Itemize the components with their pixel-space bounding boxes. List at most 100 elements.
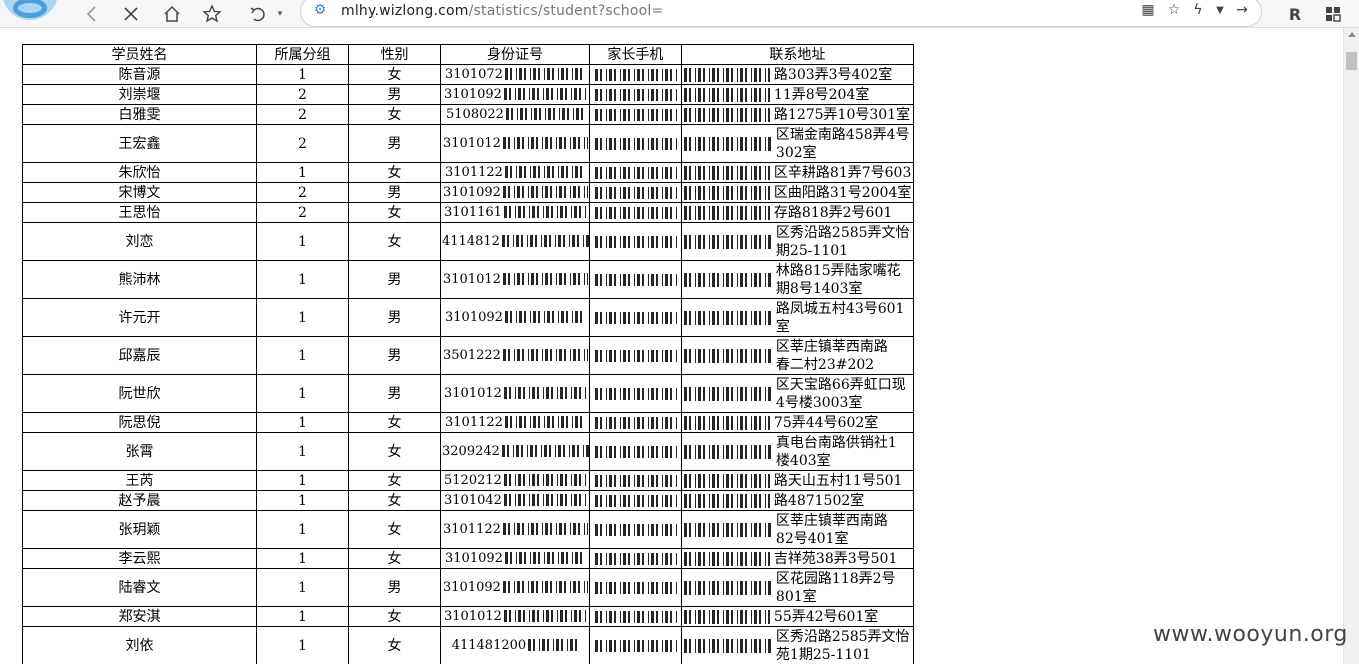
star-icon bbox=[202, 3, 222, 22]
student-id-number: 3101122 bbox=[440, 412, 590, 433]
redaction-mask bbox=[683, 580, 772, 595]
undo-dropdown-icon[interactable]: ▾ bbox=[268, 0, 292, 27]
id-number-prefix: 3101122 bbox=[445, 165, 503, 180]
table-row: 宋博文 2 男 3101092 区曲阳路31号2004室 bbox=[22, 182, 914, 203]
id-number-prefix: 3209242 bbox=[442, 444, 500, 459]
scroll-up-arrow-icon[interactable] bbox=[1348, 32, 1356, 37]
table-row: 赵予晨 1 女 3101042 路4871502室 bbox=[22, 490, 914, 511]
id-number-prefix: 3101092 bbox=[443, 580, 501, 595]
student-group: 1 bbox=[256, 510, 349, 549]
id-number-prefix: 3101012 bbox=[443, 272, 501, 287]
student-id-number: 3101012 bbox=[440, 374, 590, 413]
redaction-mask bbox=[683, 386, 772, 401]
student-group: 2 bbox=[256, 84, 349, 105]
student-id-number: 3209242 bbox=[440, 432, 590, 471]
redaction-mask bbox=[683, 272, 772, 287]
student-group: 1 bbox=[256, 606, 349, 627]
contact-address: 林路815弄陆家嘴花 期8号1403室 bbox=[680, 260, 914, 299]
redaction-mask bbox=[594, 186, 679, 199]
back-button[interactable] bbox=[80, 0, 104, 27]
browser-toolbar: ▾ ⚙ mlhy.wizlong.com/statistics/student?… bbox=[0, 0, 1359, 28]
student-group: 1 bbox=[256, 162, 349, 183]
contact-address: 路1275弄10号301室 bbox=[680, 104, 914, 125]
student-gender: 男 bbox=[348, 298, 441, 337]
redaction-mask bbox=[594, 445, 679, 458]
apps-grid-icon[interactable] bbox=[1322, 3, 1344, 25]
qr-code-icon[interactable]: ▦ bbox=[1139, 1, 1157, 19]
address-bar[interactable]: ⚙ mlhy.wizlong.com/statistics/student?sc… bbox=[300, 0, 1262, 27]
table-row: 邱嘉辰 1 男 3501222 区莘庄镇莘西南路 春二村23#202 bbox=[22, 336, 914, 375]
back-icon bbox=[86, 5, 96, 22]
student-gender: 男 bbox=[348, 568, 441, 607]
table-header-row: 学员姓名 所属分组 性别 身份证号 家长手机 联系地址 bbox=[22, 44, 914, 65]
id-number-prefix: 3101042 bbox=[444, 493, 502, 508]
student-gender: 女 bbox=[348, 64, 441, 85]
redaction-mask bbox=[504, 166, 586, 178]
header-parent-phone: 家长手机 bbox=[588, 44, 682, 65]
home-button[interactable] bbox=[160, 0, 184, 27]
student-name: 王思怡 bbox=[22, 202, 257, 223]
chevron-down-icon[interactable]: ▼ bbox=[1211, 1, 1229, 19]
browser-logo-icon bbox=[13, 0, 47, 18]
lightning-icon[interactable]: ϟ bbox=[1189, 1, 1207, 19]
parent-phone bbox=[588, 84, 682, 105]
browser-logo[interactable] bbox=[2, 0, 58, 20]
header-id-number: 身份证号 bbox=[440, 44, 590, 65]
redaction-mask bbox=[503, 610, 587, 622]
parent-phone bbox=[588, 104, 682, 125]
student-group: 2 bbox=[256, 182, 349, 203]
table-row: 刘崇堰 2 男 3101092 11弄8号204室 bbox=[22, 84, 914, 105]
contact-address: 区辛耕路81弄7号603 bbox=[680, 162, 914, 183]
table-row: 许元开 1 男 3101092 路凤城五村43号601 室 bbox=[22, 298, 914, 337]
table-row: 郑安淇 1 女 3101012 55弄42号601室 bbox=[22, 606, 914, 627]
redaction-mask bbox=[501, 445, 589, 457]
student-gender: 女 bbox=[348, 470, 441, 491]
table-row: 陆睿文 1 男 3101092 区花园路118弄2号 801室 bbox=[22, 568, 914, 607]
redaction-mask bbox=[594, 235, 679, 248]
id-number-prefix: 411481200 bbox=[451, 638, 527, 653]
redaction-mask bbox=[683, 165, 770, 180]
redaction-mask bbox=[683, 444, 772, 459]
site-info-icon[interactable]: ⚙ bbox=[311, 1, 329, 19]
student-id-number: 3101092 bbox=[440, 548, 590, 569]
student-id-number: 3101092 bbox=[440, 568, 590, 607]
parent-phone bbox=[588, 298, 682, 337]
contact-address: 11弄8号204室 bbox=[680, 84, 914, 105]
student-gender: 女 bbox=[348, 510, 441, 549]
redaction-mask bbox=[502, 186, 588, 198]
redaction-mask bbox=[683, 493, 770, 508]
bookmark-star-icon[interactable]: ☆ bbox=[1165, 1, 1183, 19]
favorite-button[interactable] bbox=[200, 0, 224, 27]
student-group: 1 bbox=[256, 412, 349, 433]
parent-phone bbox=[588, 606, 682, 627]
student-name: 王芮 bbox=[22, 470, 257, 491]
stop-button[interactable] bbox=[119, 0, 143, 27]
redaction-mask bbox=[683, 348, 772, 363]
go-arrow-icon[interactable]: → bbox=[1233, 1, 1251, 19]
student-name: 邱嘉辰 bbox=[22, 336, 257, 375]
redaction-mask bbox=[594, 68, 679, 81]
contact-address: 路凤城五村43号601 室 bbox=[680, 298, 914, 337]
address-url[interactable]: mlhy.wizlong.com/statistics/student?scho… bbox=[341, 3, 663, 19]
contact-address: 吉祥苑38弄3号501 bbox=[680, 548, 914, 569]
table-row: 王芮 1 女 5120212 路天山五村11号501 bbox=[22, 470, 914, 491]
undo-button[interactable] bbox=[246, 0, 270, 27]
id-number-prefix: 3101092 bbox=[443, 185, 501, 200]
contact-address: 真电台南路供销社1 楼403室 bbox=[680, 432, 914, 471]
redaction-mask bbox=[594, 273, 679, 286]
scroll-thumb[interactable] bbox=[1346, 52, 1357, 70]
vertical-scrollbar[interactable] bbox=[1343, 28, 1359, 664]
student-group: 1 bbox=[256, 222, 349, 261]
redaction-mask bbox=[503, 206, 587, 218]
contact-address: 区天宝路66弄虹口现 4号楼3003室 bbox=[680, 374, 914, 413]
redaction-mask bbox=[683, 551, 770, 566]
extension-r-icon[interactable]: R bbox=[1284, 3, 1306, 25]
table-row: 王宏鑫 2 男 3101012 区瑞金南路458弄4号 302室 bbox=[22, 124, 914, 163]
redaction-mask bbox=[683, 185, 770, 200]
parent-phone bbox=[588, 182, 682, 203]
contact-address: 55弄42号601室 bbox=[680, 606, 914, 627]
parent-phone bbox=[588, 470, 682, 491]
student-group: 1 bbox=[256, 64, 349, 85]
student-group: 2 bbox=[256, 202, 349, 223]
student-group: 1 bbox=[256, 374, 349, 413]
